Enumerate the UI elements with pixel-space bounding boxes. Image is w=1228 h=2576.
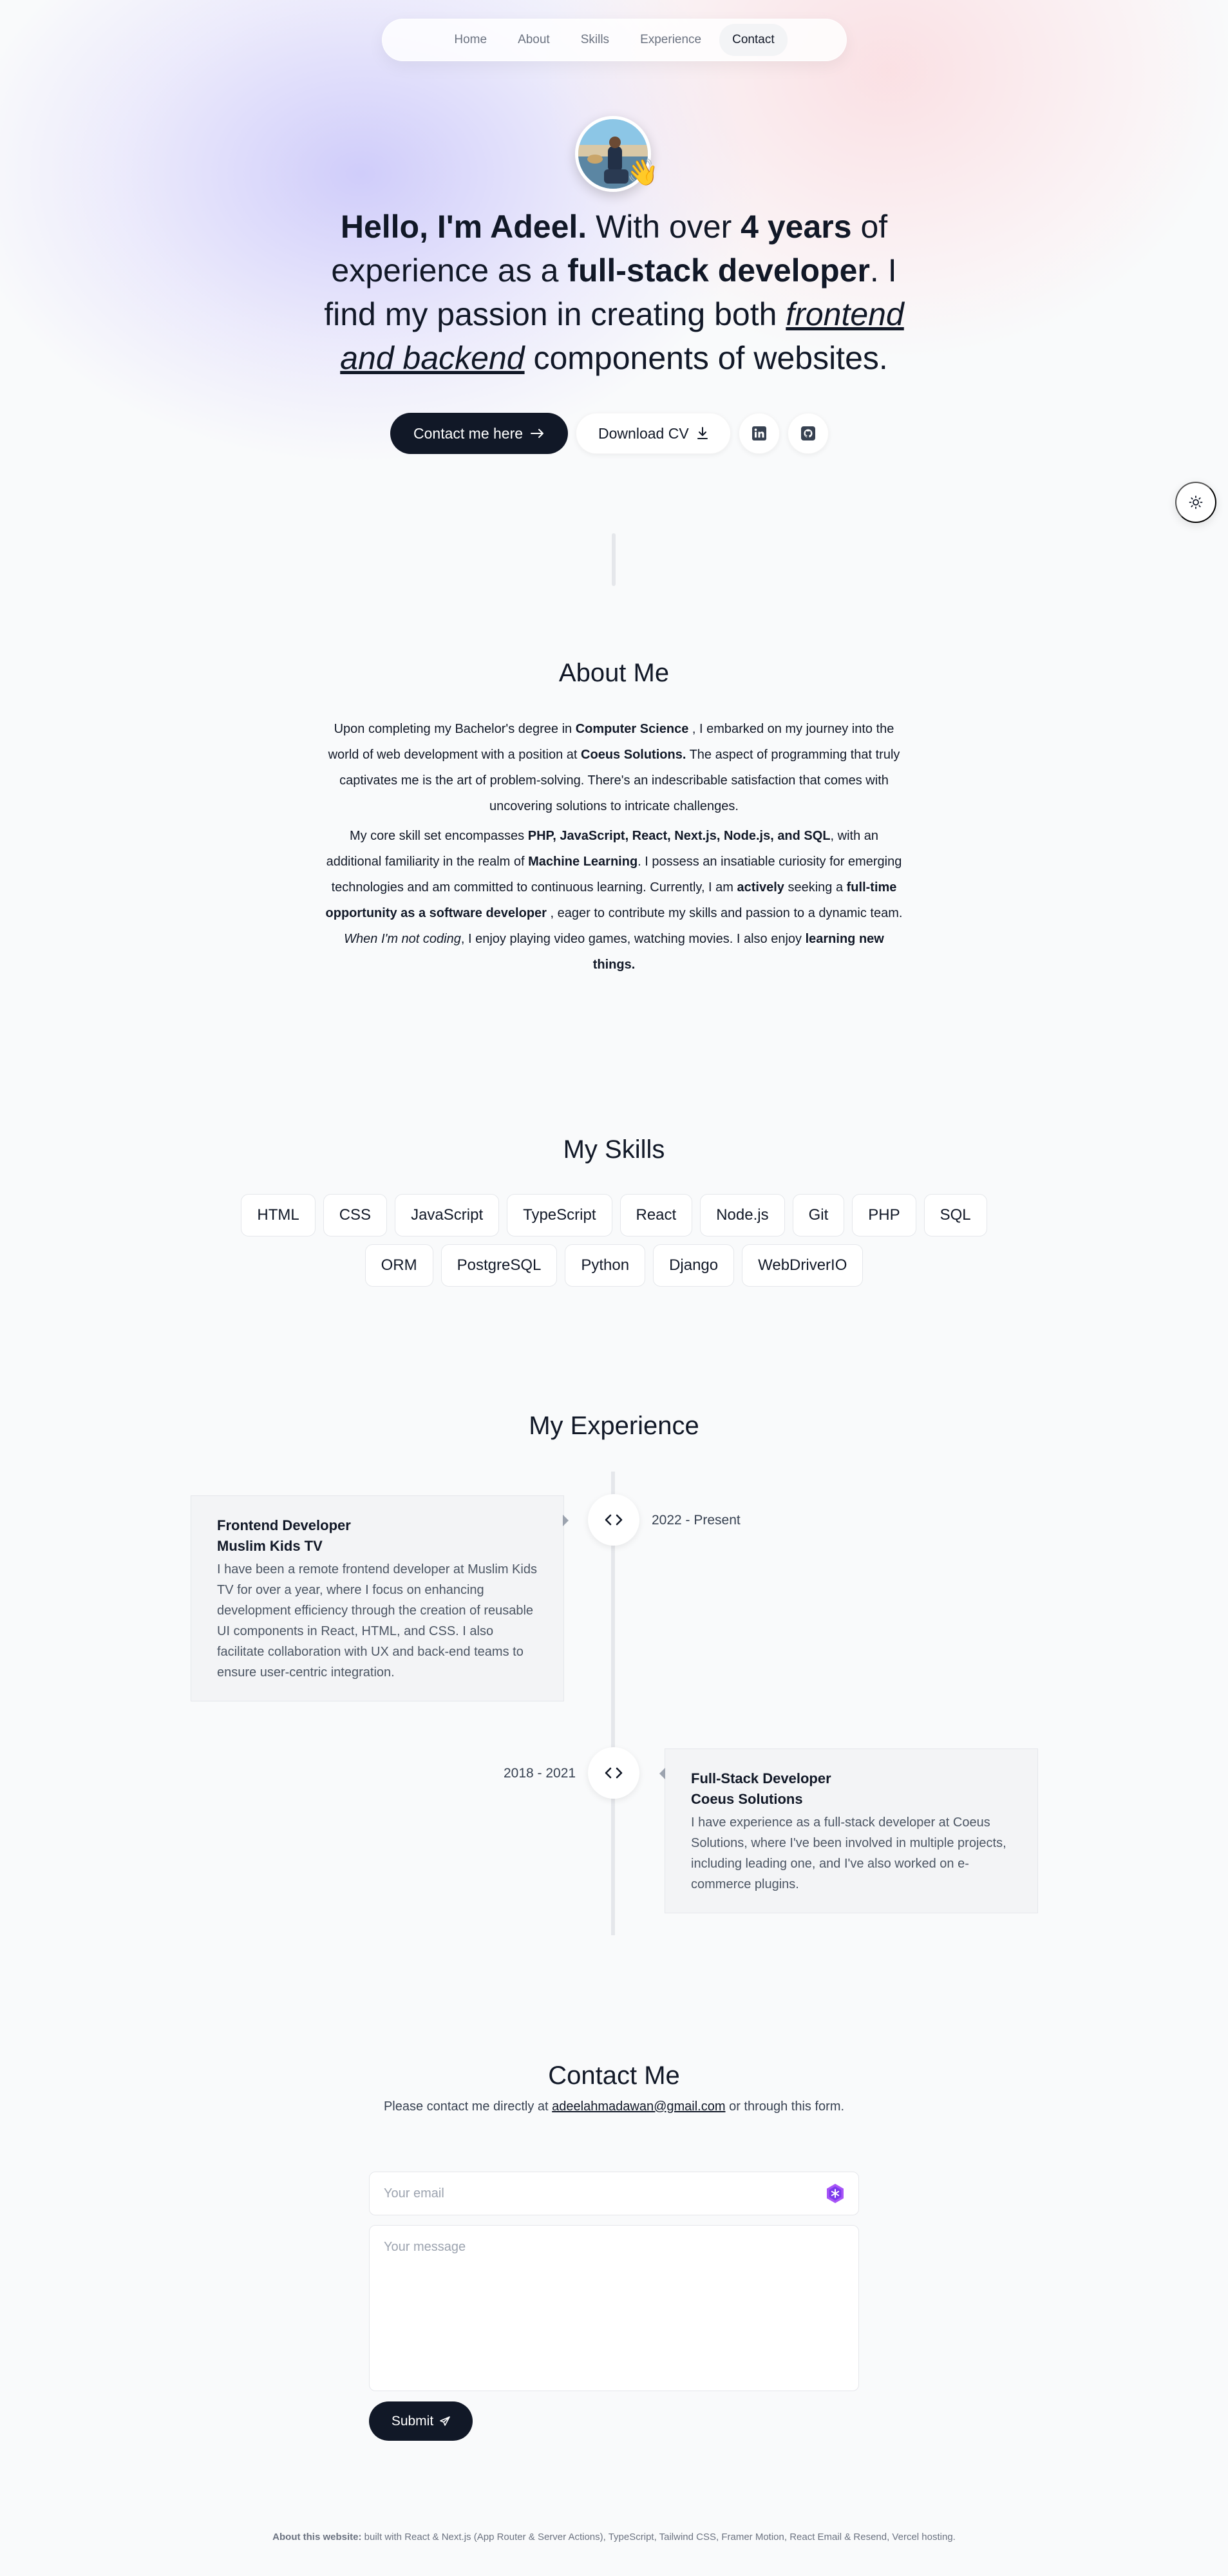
- contact-subtitle: Please contact me directly at adeelahmad…: [373, 2096, 855, 2117]
- nav-link-contact[interactable]: Contact: [719, 24, 788, 56]
- sun-icon: [1189, 495, 1203, 509]
- timeline-pointer: [563, 1515, 569, 1526]
- about-text: seeking a: [784, 880, 847, 895]
- arrow-right-icon: [531, 429, 544, 438]
- waving-hand-emoji: 👋: [627, 158, 659, 187]
- skill-tag: ORM: [364, 1244, 433, 1287]
- about-actively: actively: [737, 880, 784, 895]
- nav-link-experience[interactable]: Experience: [627, 24, 714, 56]
- skill-tag: Node.js: [700, 1194, 785, 1236]
- nav-link-home[interactable]: Home: [441, 24, 500, 56]
- intro-text-1: With over: [587, 209, 741, 245]
- contact-me-label: Contact me here: [413, 424, 524, 442]
- hero-intro-heading: Hello, I'm Adeel. With over 4 years of e…: [303, 205, 925, 380]
- skill-tag: Git: [792, 1194, 845, 1236]
- about-core-skills: PHP, JavaScript, React, Next.js, Node.js…: [527, 829, 831, 843]
- footer-text: built with React & Next.js (App Router &…: [361, 2532, 956, 2543]
- skill-tag: Django: [653, 1244, 735, 1287]
- nav-link-skills[interactable]: Skills: [568, 24, 622, 56]
- timeline-node: [588, 1494, 639, 1546]
- intro-role: full-stack developer: [567, 252, 870, 289]
- about-text: , eager to contribute my skills and pass…: [546, 906, 903, 920]
- skill-tag: React: [619, 1194, 693, 1236]
- nav-link-about[interactable]: About: [505, 24, 563, 56]
- submit-button[interactable]: Submit: [369, 2401, 473, 2441]
- about-title: About Me: [558, 659, 670, 687]
- theme-toggle-button[interactable]: [1175, 482, 1216, 523]
- about-paragraph-3: When I'm not coding, I enjoy playing vid…: [322, 926, 906, 978]
- submit-label: Submit: [391, 2413, 434, 2429]
- download-cv-button[interactable]: Download CV: [576, 413, 731, 454]
- experience-company: Muslim Kids TV: [217, 1538, 323, 1554]
- contact-title: Contact Me: [548, 2061, 680, 2090]
- contact-email-link[interactable]: adeelahmadawan@gmail.com: [552, 2099, 725, 2114]
- experience-card-fullstack: Full-Stack Developer Coeus Solutions I h…: [665, 1748, 1038, 1913]
- skill-tag: PostgreSQL: [440, 1244, 558, 1287]
- password-manager-icon[interactable]: [824, 2183, 846, 2204]
- intro-text-4: components of websites.: [524, 340, 888, 376]
- experience-description: I have been a remote frontend developer …: [217, 1562, 537, 1680]
- skill-tag: JavaScript: [395, 1194, 500, 1236]
- skill-tag: HTML: [241, 1194, 316, 1236]
- linkedin-button[interactable]: [738, 413, 780, 454]
- intro-greeting: Hello, I'm Adeel.: [340, 209, 587, 245]
- avatar-container: 👋: [575, 116, 659, 192]
- linkedin-icon: [751, 426, 766, 440]
- email-field[interactable]: [369, 2172, 859, 2215]
- about-paragraph-2: My core skill set encompasses PHP, JavaS…: [322, 823, 906, 926]
- code-icon: [605, 1514, 623, 1526]
- code-icon: [605, 1767, 623, 1779]
- footer: About this website: built with React & N…: [0, 2532, 1228, 2543]
- github-button[interactable]: [787, 413, 829, 454]
- experience-date: 2018 - 2021: [504, 1766, 576, 1781]
- about-hobby-lead: When I'm not coding: [344, 932, 461, 946]
- footer-lead: About this website:: [272, 2532, 362, 2543]
- download-icon: [697, 427, 708, 439]
- skill-tag: WebDriverIO: [742, 1244, 864, 1287]
- about-text: Upon completing my Bachelor's degree in: [334, 722, 576, 736]
- about-company: Coeus Solutions.: [581, 748, 686, 762]
- skill-tag: CSS: [323, 1194, 388, 1236]
- experience-description: I have experience as a full-stack develo…: [691, 1815, 1006, 1891]
- contact-me-button[interactable]: Contact me here: [390, 413, 569, 454]
- message-field[interactable]: [369, 2225, 859, 2391]
- skills-title: My Skills: [563, 1135, 665, 1164]
- about-degree: Computer Science: [575, 722, 689, 736]
- about-text: My core skill set encompasses: [349, 829, 528, 843]
- experience-date: 2022 - Present: [652, 1513, 741, 1528]
- skill-tag: Python: [565, 1244, 646, 1287]
- about-ml: Machine Learning: [528, 855, 638, 869]
- about-text: , I enjoy playing video games, watching …: [460, 932, 806, 946]
- timeline-node: [588, 1747, 639, 1799]
- timeline-pointer: [659, 1768, 665, 1779]
- experience-job-title: Frontend Developer: [217, 1517, 351, 1533]
- section-divider: [612, 533, 616, 586]
- skill-tag: TypeScript: [507, 1194, 612, 1236]
- experience-title: My Experience: [529, 1412, 699, 1440]
- intro-years: 4 years: [741, 209, 852, 245]
- download-cv-label: Download CV: [598, 424, 689, 442]
- skill-tag: PHP: [852, 1194, 916, 1236]
- github-icon: [800, 426, 815, 440]
- hero-actions: Contact me here Download CV: [390, 413, 829, 454]
- contact-sub-text: Please contact me directly at: [383, 2099, 553, 2114]
- experience-job-title: Full-Stack Developer: [691, 1770, 831, 1786]
- skills-list: HTML CSS JavaScript TypeScript React Nod…: [232, 1194, 996, 1287]
- experience-card-frontend: Frontend Developer Muslim Kids TV I have…: [191, 1495, 564, 1701]
- experience-company: Coeus Solutions: [691, 1791, 803, 1807]
- about-paragraph-1: Upon completing my Bachelor's degree in …: [322, 716, 906, 819]
- send-icon: [440, 2416, 450, 2426]
- skill-tag: SQL: [923, 1194, 987, 1236]
- contact-sub-text: or through this form.: [725, 2099, 845, 2114]
- top-navigation: Home About Skills Experience Contact: [382, 19, 847, 61]
- about-section: Upon completing my Bachelor's degree in …: [322, 716, 906, 978]
